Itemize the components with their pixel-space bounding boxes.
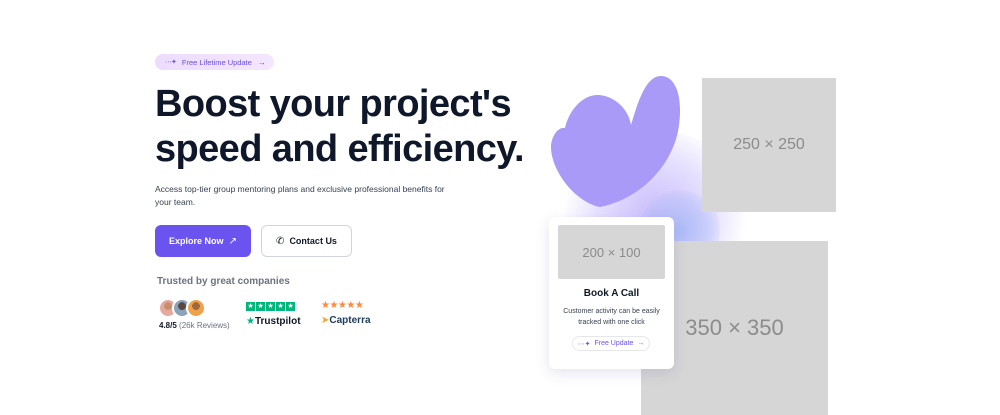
star-icon: ★	[266, 302, 275, 311]
book-a-call-card[interactable]: 200 × 100 Book A Call Customer activity …	[549, 217, 674, 369]
phone-icon: ✆	[276, 235, 285, 247]
card-description: Customer activity can be easily tracked …	[563, 308, 660, 326]
free-update-badge[interactable]: ⋯✦ Free Update →	[572, 336, 650, 351]
trustpilot-name: Trustpilot	[254, 316, 301, 327]
leaf-icon	[550, 75, 681, 207]
trustpilot-logo: ★Trustpilot	[246, 316, 301, 327]
card-image-placeholder: 200 × 100	[558, 225, 665, 279]
rating-reviews: (26k Reviews)	[179, 321, 230, 330]
star-icon: ★	[286, 302, 295, 311]
sparkle-icon: ⋯✦	[165, 59, 177, 66]
capterra-name: Capterra	[329, 315, 371, 326]
hero-title-line-1: Boost your project's	[155, 83, 512, 125]
arrow-up-right-icon: ↗	[228, 235, 237, 247]
capterra-stars: ★★★★★	[321, 300, 364, 311]
trusted-by-heading: Trusted by great companies	[157, 276, 290, 287]
free-update-label: Free Update	[594, 340, 634, 347]
arrow-right-icon: →	[637, 340, 645, 347]
card-title: Book A Call	[583, 288, 640, 299]
trustpilot-star-icon: ★	[246, 316, 255, 327]
capterra-logo: ➤Capterra	[321, 315, 371, 326]
free-lifetime-update-badge[interactable]: ⋯✦ Free Lifetime Update →	[155, 54, 274, 70]
image-placeholder-250: 250 × 250	[702, 78, 836, 212]
arrow-right-icon: →	[257, 57, 266, 67]
star-icon: ★	[256, 302, 265, 311]
rating-value: 4.8/5	[159, 321, 177, 330]
hero-subtitle: Access top-tier group mentoring plans an…	[155, 184, 445, 207]
star-icon: ★	[246, 302, 255, 311]
decorative-leaf-shape	[545, 70, 695, 210]
explore-now-button[interactable]: Explore Now ↗	[155, 225, 251, 257]
hero-title-line-2: speed and efficiency.	[155, 128, 525, 170]
explore-now-label: Explore Now	[169, 236, 224, 246]
badge-label: Free Lifetime Update	[181, 57, 252, 67]
reviewer-avatars	[158, 298, 214, 318]
contact-us-button[interactable]: ✆ Contact Us	[261, 225, 352, 257]
rating-summary: 4.8/5 (26k Reviews)	[159, 321, 230, 330]
star-icon: ★	[276, 302, 285, 311]
hero-title: Boost your project's speed and efficienc…	[155, 82, 535, 172]
avatar	[186, 298, 206, 318]
contact-us-label: Contact Us	[289, 236, 337, 246]
trustpilot-stars: ★ ★ ★ ★ ★	[246, 302, 295, 311]
sparkle-icon: ⋯✦	[577, 340, 591, 348]
